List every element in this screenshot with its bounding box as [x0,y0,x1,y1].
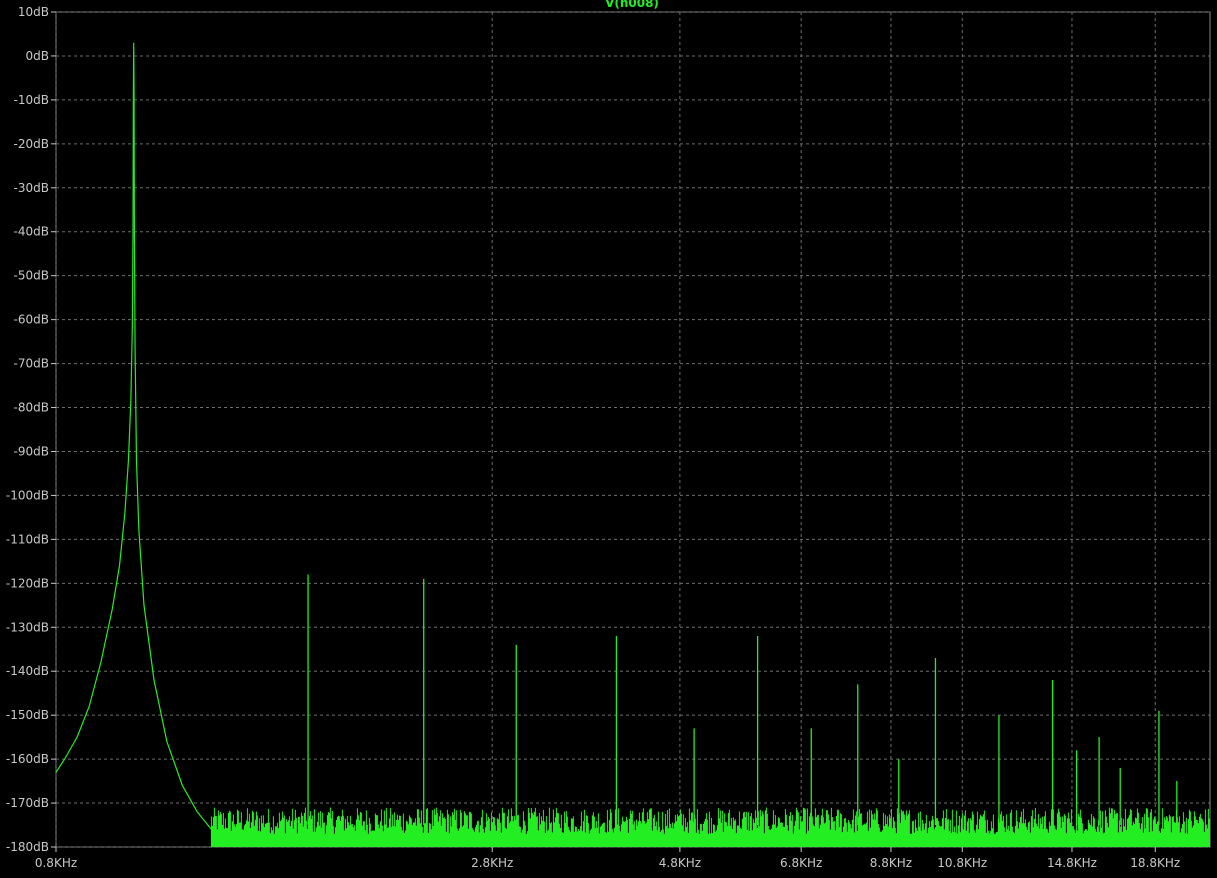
y-tick-label: -100dB [6,488,49,502]
y-tick-label: -150dB [6,708,49,722]
y-tick-label: -180dB [6,840,49,854]
y-tick-label: -80dB [14,401,49,415]
trace-title[interactable]: V(n008) [605,0,659,10]
x-tick-label: 8.8KHz [870,856,912,870]
y-tick-label: -20dB [14,137,49,151]
x-tick-label: 18.8KHz [1130,856,1180,870]
y-tick-label: -10dB [14,93,49,107]
y-tick-label: -40dB [14,225,49,239]
y-axis: 10dB 0dB -10dB -20dB -30dB -40dB -50dB -60dB -70… [6,5,56,854]
x-tick-label: 4.8KHz [659,856,701,870]
plot-area [55,11,1211,848]
y-tick-label: -50dB [14,269,49,283]
spectrum-chart: 10dB 0dB -10dB -20dB -30dB -40dB -50dB -60dB -70… [6,0,1211,870]
y-tick-label: -60dB [14,313,49,327]
x-tick-label: 2.8KHz [471,856,513,870]
y-tick-label: -160dB [6,752,49,766]
y-tick-label: -130dB [6,620,49,634]
x-tick-label: 10.8KHz [937,856,987,870]
y-tick-label: -140dB [6,664,49,678]
y-tick-label: 0dB [26,49,49,63]
y-tick-label: -90dB [14,444,49,458]
y-tick-label: -170dB [6,796,49,810]
y-tick-label: -30dB [14,181,49,195]
y-tick-label: -110dB [6,532,49,546]
y-tick-label: -70dB [14,357,49,371]
y-tick-label: -120dB [6,576,49,590]
x-tick-label: 0.8KHz [35,856,77,870]
x-tick-label: 14.8KHz [1047,856,1097,870]
plot-window: 10dB 0dB -10dB -20dB -30dB -40dB -50dB -60dB -70… [0,0,1217,878]
x-tick-label: 6.8KHz [780,856,822,870]
y-tick-label: 10dB [18,5,49,19]
x-axis: 0.8KHz 2.8KHz 4.8KHz 6.8KHz 8.8KHz 10.8KHz 14.… [35,847,1180,870]
